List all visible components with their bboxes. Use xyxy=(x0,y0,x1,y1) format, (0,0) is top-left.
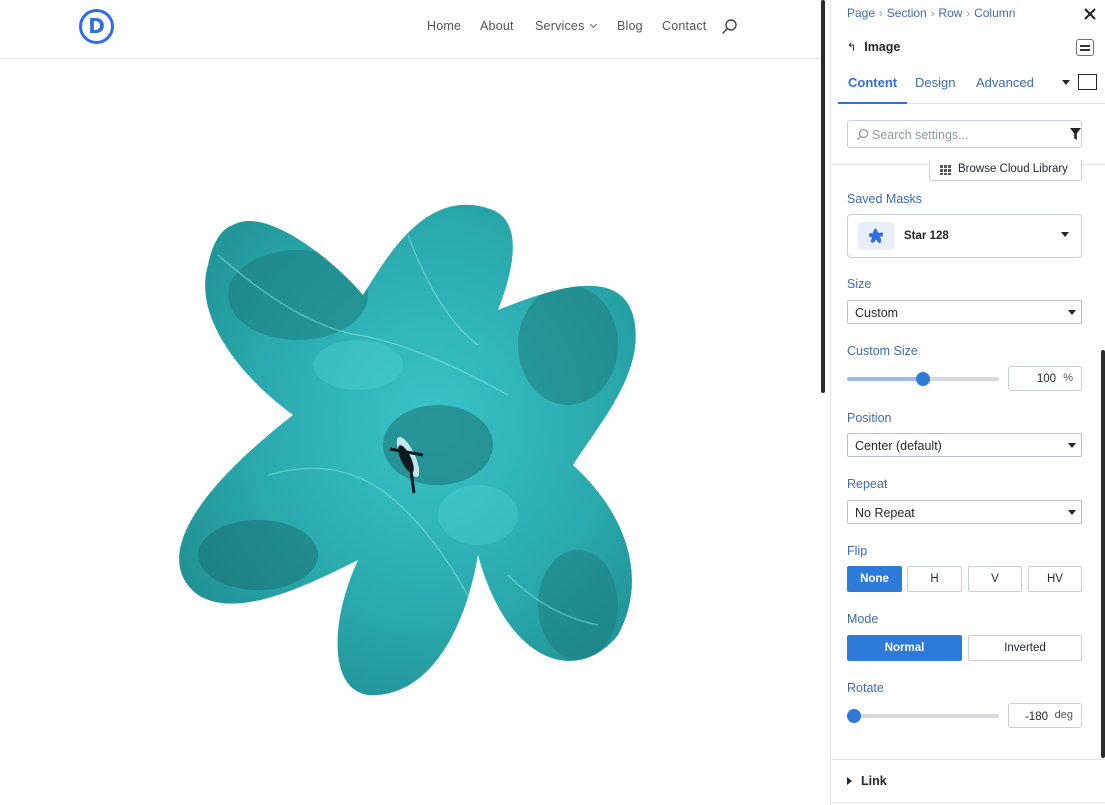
nav-blog[interactable]: Blog xyxy=(617,19,643,33)
browse-cloud-library-label: Browse Cloud Library xyxy=(958,163,1068,175)
rotate-value: -180 xyxy=(1024,711,1048,723)
settings-panel: Page › Section › Row › Column ↰ Image Content D… xyxy=(830,0,1105,805)
settings-search-input[interactable] xyxy=(872,125,1052,144)
flip-v-button[interactable]: V xyxy=(968,566,1022,592)
mode-inverted-button[interactable]: Inverted xyxy=(968,635,1082,661)
star-mask-icon xyxy=(868,228,884,243)
slider-track xyxy=(847,714,999,718)
tab-content[interactable]: Content xyxy=(838,66,908,104)
saved-mask-value: Star 128 xyxy=(904,230,949,242)
mode-normal-button[interactable]: Normal xyxy=(847,635,962,661)
flip-h-button[interactable]: H xyxy=(907,566,962,592)
tab-design[interactable]: Design xyxy=(905,66,965,104)
breadcrumb: Page › Section › Row › Column xyxy=(847,6,1015,20)
nav-contact[interactable]: Contact xyxy=(662,19,706,33)
custom-size-label: Custom Size xyxy=(847,344,918,358)
nav-services-label: Services xyxy=(535,19,585,33)
size-label: Size xyxy=(847,277,872,291)
rotate-input[interactable]: -180 deg xyxy=(1008,703,1082,728)
site-logo-letter: D xyxy=(88,14,105,38)
grid-icon xyxy=(940,165,951,175)
site-logo[interactable]: D xyxy=(79,9,114,44)
repeat-value: No Repeat xyxy=(855,506,915,520)
rotate-slider[interactable] xyxy=(847,709,999,723)
close-icon[interactable] xyxy=(1082,6,1098,22)
panel-scrollbar[interactable] xyxy=(1101,350,1105,758)
chevron-down-icon xyxy=(589,20,597,29)
nav-services[interactable]: Services xyxy=(535,19,597,33)
site-header: D Home About Services Blog Contact xyxy=(0,0,821,59)
repeat-select[interactable]: No Repeat xyxy=(847,500,1082,524)
rotate-label: Rotate xyxy=(847,681,884,695)
mode-label: Mode xyxy=(847,612,879,626)
layout-toggle-icon[interactable] xyxy=(1076,39,1094,56)
breadcrumb-column[interactable]: Column xyxy=(974,6,1015,20)
nav-home[interactable]: Home xyxy=(427,19,461,33)
breadcrumb-page[interactable]: Page xyxy=(847,6,875,20)
builder-canvas: D Home About Services Blog Contact xyxy=(0,0,821,805)
divider xyxy=(831,802,1105,803)
search-icon xyxy=(857,128,869,140)
size-select[interactable]: Custom xyxy=(847,300,1082,324)
breadcrumb-section[interactable]: Section xyxy=(887,6,927,20)
flip-label: Flip xyxy=(847,544,868,558)
flip-none-button[interactable]: None xyxy=(847,566,902,592)
size-value: Custom xyxy=(855,306,899,320)
chevron-right-icon: › xyxy=(879,8,883,20)
back-arrow-icon[interactable]: ↰ xyxy=(847,41,856,54)
masked-image[interactable] xyxy=(178,195,638,699)
custom-size-unit: % xyxy=(1063,372,1073,384)
slider-thumb[interactable] xyxy=(847,709,861,723)
rotate-unit: deg xyxy=(1054,709,1073,721)
caret-down-icon xyxy=(1068,443,1076,448)
canvas-scrollbar[interactable] xyxy=(821,0,825,393)
layout-toggle-line xyxy=(1080,45,1090,47)
caret-right-icon xyxy=(847,777,852,785)
link-section-label: Link xyxy=(861,774,887,788)
chevron-right-icon: › xyxy=(930,8,935,20)
saved-masks-label: Saved Masks xyxy=(847,192,923,206)
slider-fill xyxy=(847,377,923,381)
position-value: Center (default) xyxy=(855,439,942,453)
expand-panel-icon[interactable] xyxy=(1078,74,1097,90)
search-icon[interactable] xyxy=(721,18,739,36)
nav-about[interactable]: About xyxy=(480,19,514,33)
caret-down-icon xyxy=(1061,232,1069,237)
custom-size-value: 100 xyxy=(1036,373,1056,385)
mask-thumbnail xyxy=(858,222,894,250)
settings-search[interactable] xyxy=(847,120,1082,148)
divider xyxy=(831,759,1105,760)
custom-size-slider[interactable] xyxy=(847,372,999,386)
slider-thumb[interactable] xyxy=(916,372,930,386)
tab-dropdown-icon[interactable] xyxy=(1062,80,1070,85)
filter-icon[interactable] xyxy=(1070,128,1081,140)
position-label: Position xyxy=(847,411,892,425)
tab-advanced[interactable]: Advanced xyxy=(966,66,1044,104)
saved-masks-select[interactable]: Star 128 xyxy=(847,214,1082,258)
repeat-label: Repeat xyxy=(847,477,888,491)
custom-size-input[interactable]: 100 % xyxy=(1008,366,1082,391)
breadcrumb-row[interactable]: Row xyxy=(938,6,962,20)
layout-toggle-line xyxy=(1080,49,1090,51)
position-select[interactable]: Center (default) xyxy=(847,433,1082,457)
browse-cloud-library-button[interactable]: Browse Cloud Library xyxy=(929,160,1082,181)
panel-tabs: Content Design Advanced xyxy=(838,66,1105,104)
module-title: ↰ Image xyxy=(847,40,900,54)
link-section-toggle[interactable]: Link xyxy=(847,774,887,788)
chevron-right-icon: › xyxy=(966,8,971,20)
flip-hv-button[interactable]: HV xyxy=(1028,566,1082,592)
caret-down-icon xyxy=(1068,510,1076,515)
module-title-label: Image xyxy=(864,40,901,54)
caret-down-icon xyxy=(1068,310,1076,315)
